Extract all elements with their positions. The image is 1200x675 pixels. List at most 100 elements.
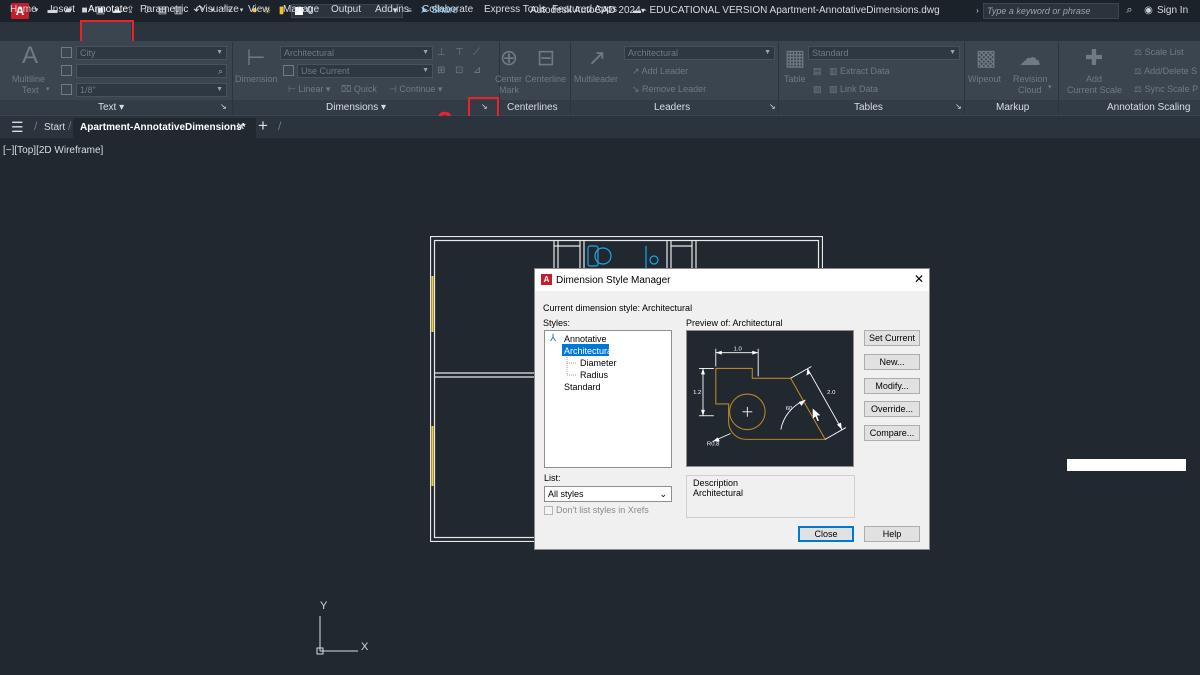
centerline-icon[interactable]: ⊟	[533, 46, 559, 72]
style-item-annotative[interactable]: Annotative	[564, 334, 607, 344]
help-button[interactable]: Help	[864, 526, 920, 542]
multileader-style-dropdown[interactable]: Architectural ▼	[624, 46, 775, 60]
linear-icon: ⊢	[288, 84, 299, 94]
wipeout-label: Wipeout	[968, 74, 1002, 84]
table-style-dropdown[interactable]: Standard ▼	[808, 46, 960, 60]
style-item-diameter[interactable]: Diameter	[580, 358, 617, 368]
scale-list-button[interactable]: ⚖ Scale List	[1134, 47, 1184, 58]
leaders-panel-launcher-icon[interactable]: ↘	[769, 102, 776, 111]
ribbon-minimize-icon[interactable]: ▬▾	[633, 6, 645, 15]
dim-inspect-icon[interactable]: ⊞	[437, 65, 445, 76]
continue-button[interactable]: ⊣ Continue ▾	[389, 84, 442, 95]
close-button[interactable]: Close	[798, 526, 854, 542]
style-item-architectural[interactable]: Architectural	[564, 346, 614, 356]
styles-list[interactable]: ⅄ Annotative Architectural Diameter Radi…	[544, 330, 672, 468]
wipeout-icon[interactable]: ▩	[973, 46, 999, 72]
text-style-dropdown[interactable]: City ▼	[76, 46, 227, 60]
new-tab-plus-icon[interactable]: +	[258, 116, 268, 136]
tab-manage[interactable]: Manage	[283, 4, 319, 15]
compare-button[interactable]: Compare...	[864, 425, 920, 441]
add-leader-button[interactable]: ↗ Add Leader	[632, 66, 688, 77]
table-style-value: Standard	[812, 48, 849, 58]
multiline-text-dropdown-icon[interactable]: ▾	[46, 85, 50, 93]
bathroom-fixtures	[587, 245, 659, 268]
dimension-icon[interactable]: ⊢	[243, 46, 269, 72]
multileader-icon[interactable]: ↗	[584, 46, 610, 72]
search-input[interactable]: Type a keyword or phrase	[983, 3, 1119, 19]
close-icon[interactable]: ✕	[914, 272, 924, 286]
dim-adjust-icon[interactable]: ⊤	[455, 47, 464, 58]
add-delete-scales-button[interactable]: ⚖ Add/Delete S	[1134, 66, 1197, 77]
text-panel-launcher-icon[interactable]: ↘	[220, 102, 227, 111]
center-mark-icon[interactable]: ⊕	[496, 46, 522, 72]
download-table-icon[interactable]: ▧	[813, 84, 822, 95]
dimension-layer-value: Use Current	[301, 66, 350, 76]
style-item-radius[interactable]: Radius	[580, 370, 608, 380]
link-data-button[interactable]: ▨ Link Data	[829, 84, 878, 95]
sign-in-link[interactable]: Sign In	[1157, 5, 1188, 16]
chevron-right-icon[interactable]: ›	[972, 5, 983, 16]
dimension-layer-dropdown[interactable]: Use Current ▼	[297, 64, 433, 78]
modify-button[interactable]: Modify...	[864, 378, 920, 394]
multileader-label: Multileader	[574, 74, 619, 84]
dim-oblique-icon[interactable]: ⟋	[473, 47, 480, 58]
white-overlay-bar	[1067, 459, 1186, 471]
autocad-dialog-icon: A	[541, 274, 552, 285]
multiline-text-icon[interactable]: A	[16, 44, 44, 70]
tab-collaborate[interactable]: Collaborate	[422, 4, 473, 15]
search-icon[interactable]: ⌕	[1124, 5, 1135, 16]
chevron-down-icon: ⌄	[659, 489, 667, 499]
remove-leader-label: Remove Leader	[642, 84, 707, 94]
dim-break-icon[interactable]: ⊥	[437, 47, 446, 58]
tab-annotate[interactable]: Annotate	[88, 4, 128, 15]
revision-cloud-icon[interactable]: ☁	[1017, 46, 1043, 72]
tab-add-ins[interactable]: Add-ins	[375, 4, 409, 15]
sync-scale-button[interactable]: ⚖ Sync Scale P	[1134, 84, 1198, 95]
table-icon[interactable]: ▦	[782, 46, 808, 72]
panel-title-text[interactable]: Text ▾	[98, 102, 124, 113]
doc-tab-apartment[interactable]: Apartment-AnnotativeDimensions*	[80, 122, 246, 133]
tab-view[interactable]: View	[248, 4, 270, 15]
hamburger-menu-icon[interactable]: ☰	[11, 119, 24, 136]
revision-cloud-dropdown-icon[interactable]: ▾	[1048, 83, 1052, 91]
remove-leader-button[interactable]: ↘ Remove Leader	[632, 84, 706, 95]
user-icon[interactable]: ◉	[1143, 5, 1154, 16]
tab-parametric[interactable]: Parametric	[140, 4, 188, 15]
panel-separator	[778, 42, 779, 115]
text-style-icon	[61, 47, 72, 58]
tables-panel-launcher-icon[interactable]: ↘	[955, 102, 962, 111]
new-style-button[interactable]: New...	[864, 354, 920, 370]
doc-tab-start[interactable]: Start	[44, 122, 65, 133]
description-value: Architectural	[693, 488, 744, 498]
table-label: Table	[784, 74, 806, 84]
merge-cells-icon[interactable]: ▤	[813, 66, 822, 77]
find-text-input[interactable]: ⌕	[76, 64, 227, 78]
quick-dimension-button[interactable]: ⌧ Quick	[341, 84, 377, 95]
viewport-controls-label[interactable]: [−][Top][2D Wireframe]	[3, 145, 103, 156]
close-tab-icon[interactable]: ✕	[236, 120, 245, 133]
override-button[interactable]: Override...	[864, 401, 920, 417]
linear-button[interactable]: ⊢ Linear ▾	[288, 84, 330, 95]
dim-jog-icon[interactable]: ⊿	[473, 65, 481, 76]
tab-express-tools[interactable]: Express Tools	[484, 4, 546, 15]
list-filter-dropdown[interactable]: All styles ⌄	[544, 486, 672, 502]
extract-data-button[interactable]: ▥ Extract Data	[829, 66, 890, 77]
tab-home[interactable]: Home	[10, 4, 37, 15]
dim-update-icon[interactable]: ⊡	[455, 65, 463, 76]
text-height-dropdown[interactable]: 1/8" ▼	[76, 83, 227, 97]
center-mark-label-2: Mark	[499, 85, 519, 95]
xrefs-checkbox[interactable]	[544, 506, 553, 515]
tab-insert[interactable]: Insert	[50, 4, 75, 15]
dimension-layer-icon	[283, 65, 294, 76]
dimension-style-dropdown[interactable]: Architectural ▼	[280, 46, 433, 60]
panel-title-dimensions[interactable]: Dimensions ▾	[326, 102, 386, 113]
style-item-standard[interactable]: Standard	[564, 382, 601, 392]
tab-output[interactable]: Output	[331, 4, 361, 15]
set-current-button[interactable]: Set Current	[864, 330, 920, 346]
tab-visualize[interactable]: Visualize	[199, 4, 239, 15]
list-label: List:	[544, 473, 561, 483]
add-current-scale-icon[interactable]: ✚	[1081, 46, 1107, 72]
svg-text:2.0: 2.0	[827, 390, 836, 396]
tab-featured-apps[interactable]: Featured Apps	[552, 4, 617, 15]
revision-cloud-label-2: Cloud	[1018, 85, 1042, 95]
